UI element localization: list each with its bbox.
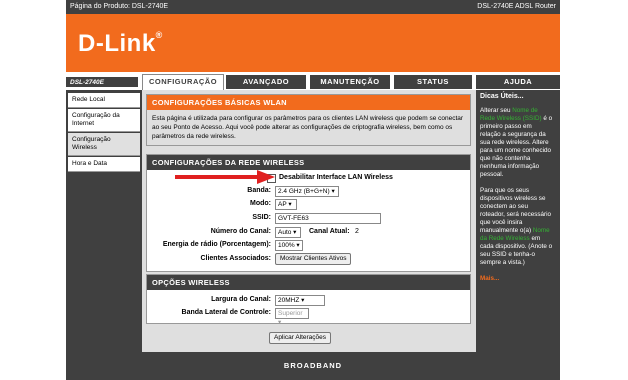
ssid-input[interactable]: GVT-FE63 — [275, 213, 381, 224]
tab-manutencao[interactable]: MANUTENÇÃO — [310, 75, 390, 89]
options-form: Largura do Canal: 20MHZ ▾ Banda Lateral … — [147, 290, 470, 326]
red-arrow-annotation — [175, 170, 275, 184]
sideband-label: Banda Lateral de Controle: — [181, 309, 271, 316]
radio-power-select[interactable]: 100% ▾ — [275, 240, 303, 251]
apply-changes-button[interactable]: Aplicar Alterações — [269, 332, 332, 344]
basic-settings-box: CONFIGURAÇÕES BÁSICAS WLAN Esta página é… — [146, 94, 471, 146]
current-channel-label: Canal Atual: — [309, 228, 350, 235]
top-bar: Página do Produto: DSL-2740E DSL-2740E A… — [66, 0, 560, 14]
sidebar-item-hora-data[interactable]: Hora e Data — [68, 157, 140, 172]
associated-clients-label: Clientes Associados: — [200, 255, 271, 262]
channel-width-label: Largura do Canal: — [211, 296, 271, 303]
band-select[interactable]: 2.4 GHz (B+G+N) ▾ — [275, 186, 339, 197]
wireless-options-title: OPÇÕES WIRELESS — [147, 275, 470, 290]
product-page-label: Página do Produto: DSL-2740E — [70, 3, 169, 10]
help-panel: Dicas Úteis... Alterar seu Nome de Rede … — [476, 90, 560, 352]
network-form: Desabilitar Interface LAN Wireless Banda… — [147, 170, 470, 270]
band-label: Banda: — [247, 187, 271, 194]
tab-avancado[interactable]: AVANÇADO — [226, 75, 306, 89]
basic-settings-desc: Esta página é utilizada para configurar … — [147, 110, 470, 145]
disable-wlan-label: Desabilitar Interface LAN Wireless — [279, 174, 393, 181]
mode-select[interactable]: AP ▾ — [275, 199, 297, 210]
help-more-link[interactable]: Mais... — [480, 275, 554, 283]
sidebar-item-config-internet[interactable]: Configuração da Internet — [68, 109, 140, 132]
channel-select[interactable]: Auto ▾ — [275, 227, 301, 238]
current-channel-value: 2 — [355, 228, 359, 235]
model-label: DSL-2740E — [66, 75, 138, 87]
help-paragraph-2: Para que os seus dispositivos wireless s… — [480, 187, 553, 266]
sidebar-item-config-wireless[interactable]: Configuração Wireless — [68, 133, 140, 156]
basic-settings-title: CONFIGURAÇÕES BÁSICAS WLAN — [147, 95, 470, 110]
ssid-label: SSID: — [252, 214, 271, 221]
sideband-select: Superior ▾ — [275, 308, 309, 326]
router-model-label: DSL-2740E ADSL Router — [477, 3, 556, 10]
radio-power-label: Energia de rádio (Porcentagem): — [162, 241, 271, 248]
network-settings-title: CONFIGURAÇÕES DA REDE WIRELESS — [147, 155, 470, 170]
main-content: CONFIGURAÇÕES BÁSICAS WLAN Esta página é… — [142, 90, 476, 352]
help-title: Dicas Úteis... — [480, 93, 524, 100]
sidebar: Rede Local Configuração da Internet Conf… — [66, 90, 142, 352]
show-active-clients-button[interactable]: Mostrar Clientes Ativos — [275, 253, 352, 265]
mode-label: Modo: — [250, 200, 271, 207]
router-page: Página do Produto: DSL-2740E DSL-2740E A… — [66, 0, 560, 380]
sidebar-item-rede-local[interactable]: Rede Local — [68, 93, 140, 108]
channel-label: Número do Canal: — [210, 228, 271, 235]
help-paragraph-1: Alterar seu Nome de Rede Wireless (SSID)… — [480, 107, 553, 178]
footer-broadband: BROADBAND — [66, 352, 560, 380]
dlink-logo: D-Link® — [78, 30, 163, 57]
channel-width-select[interactable]: 20MHZ ▾ — [275, 295, 325, 306]
brand-banner: D-Link® — [66, 14, 560, 72]
tab-status[interactable]: STATUS — [394, 75, 472, 89]
wireless-options-box: OPÇÕES WIRELESS Largura do Canal: 20MHZ … — [146, 274, 471, 326]
tab-configuracao[interactable]: CONFIGURAÇÃO — [142, 74, 224, 91]
tab-ajuda[interactable]: AJUDA — [476, 75, 560, 89]
